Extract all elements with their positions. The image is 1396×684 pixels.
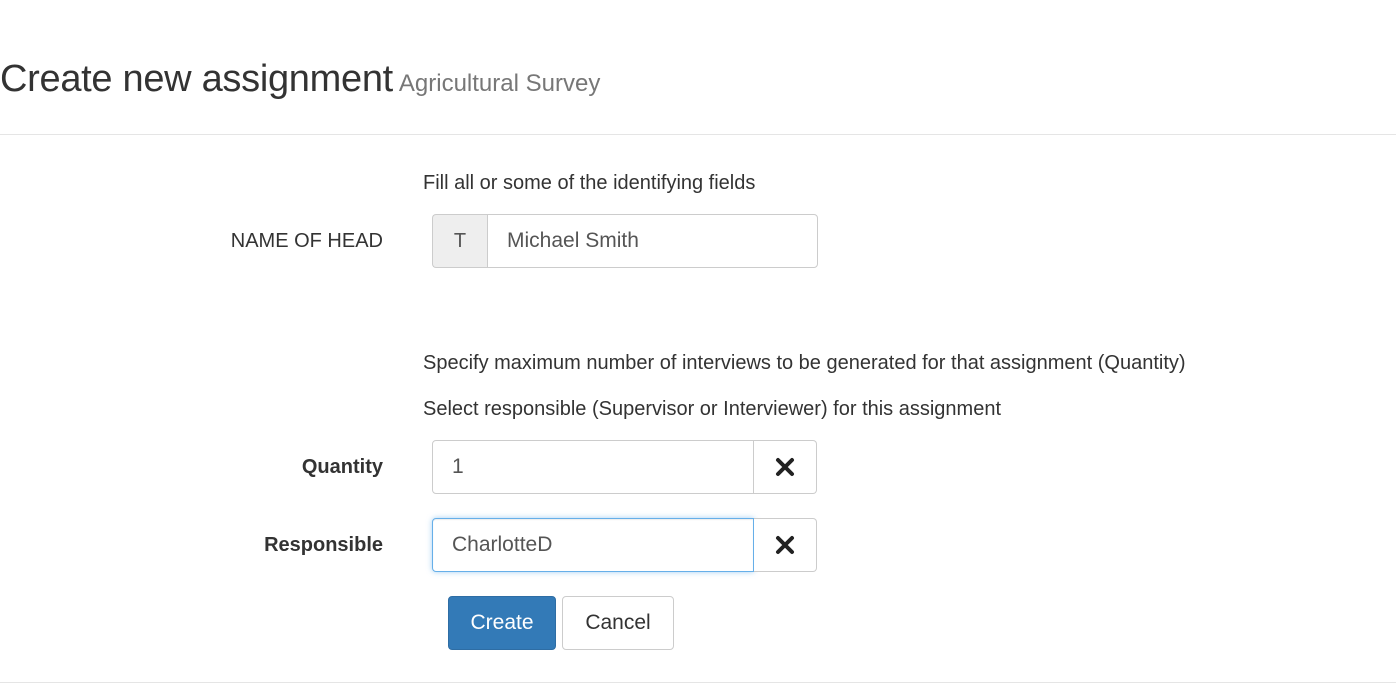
responsible-hint: Select responsible (Supervisor or Interv… bbox=[423, 398, 1002, 420]
create-assignment-page: Create new assignment Agricultural Survey… bbox=[0, 0, 1396, 684]
cancel-button[interactable]: Cancel bbox=[562, 596, 674, 650]
times-icon bbox=[776, 458, 794, 476]
quantity-input[interactable] bbox=[432, 440, 754, 494]
responsible-label: Responsible bbox=[264, 534, 383, 556]
responsible-clear-button[interactable] bbox=[754, 518, 817, 572]
quantity-hint: Specify maximum number of interviews to … bbox=[423, 352, 1186, 374]
responsible-input-group bbox=[432, 518, 817, 572]
footer-divider bbox=[0, 682, 1396, 683]
page-subtitle: Agricultural Survey bbox=[398, 70, 601, 97]
quantity-label: Quantity bbox=[301, 456, 383, 478]
times-icon bbox=[776, 536, 794, 554]
name-of-head-input-group: T bbox=[432, 214, 818, 268]
quantity-clear-button[interactable] bbox=[754, 440, 817, 494]
page-title: Create new assignment bbox=[0, 58, 393, 100]
header-divider bbox=[0, 134, 1396, 135]
name-of-head-input[interactable] bbox=[487, 214, 818, 268]
quantity-input-group bbox=[432, 440, 817, 494]
name-of-head-label: NAME OF HEAD bbox=[230, 230, 383, 252]
responsible-input[interactable] bbox=[432, 518, 754, 572]
identifying-fields-hint: Fill all or some of the identifying fiel… bbox=[423, 172, 756, 194]
create-button[interactable]: Create bbox=[448, 596, 556, 650]
page-header: Create new assignment Agricultural Survey bbox=[0, 58, 600, 101]
text-type-badge: T bbox=[432, 214, 487, 268]
